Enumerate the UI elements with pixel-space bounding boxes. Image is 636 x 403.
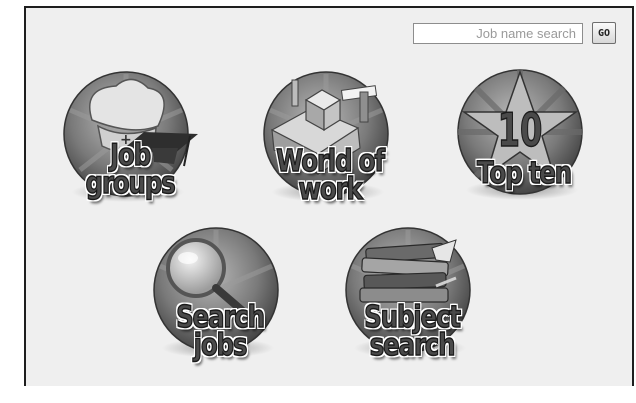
go-button[interactable]: GO bbox=[592, 22, 616, 44]
subject-search-tile[interactable]: Subject search bbox=[344, 226, 480, 366]
world-of-work-tile[interactable]: World of work bbox=[262, 70, 398, 210]
top-ten-tile[interactable]: 10 Top ten bbox=[456, 68, 592, 208]
tile-label-line1: Top ten bbox=[476, 156, 572, 191]
job-groups-tile[interactable]: + Job groups bbox=[62, 70, 198, 210]
job-name-search-input[interactable] bbox=[413, 23, 583, 44]
tile-label-line2: search bbox=[369, 328, 456, 363]
tile-label-line2: jobs bbox=[193, 328, 248, 363]
tile-label-line2: work bbox=[298, 172, 364, 207]
search-jobs-tile[interactable]: Search jobs bbox=[152, 226, 288, 366]
svg-text:10: 10 bbox=[498, 104, 543, 157]
tile-label-line2: groups bbox=[85, 166, 176, 201]
